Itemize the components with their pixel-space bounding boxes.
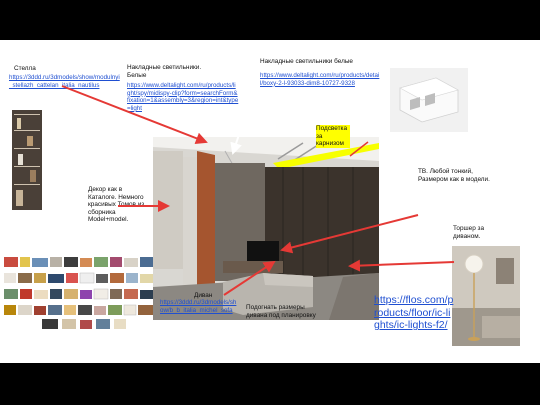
floor-lamp-photo [452,246,520,346]
box-light-graphic [399,77,459,123]
tv-note: ТВ. Любой тонкий, Размером как в модели. [418,168,490,183]
shelf-title: Стелла [14,65,36,72]
box-light-photo [390,68,468,132]
interior-render-graphic [153,137,379,320]
interior-render [153,137,379,320]
slide: Стелла https://3ddd.ru/3dmodels/show/mod… [0,40,540,363]
decor-books-photo [2,255,157,333]
lights-white-link[interactable]: https://www.deltalight.com/ru/products/l… [127,82,239,112]
shelf-link[interactable]: https://3ddd.ru/3dmodels/show/modulnyi_s… [9,74,121,89]
books-grid-graphic [4,257,154,329]
decor-note: Декор как в Каталоге. Немного красивых Т… [88,186,145,224]
floor-lamp-graphic [452,246,520,346]
floor-lamp-note: Торшер за диваном. [453,225,485,240]
lights-white2-title: Накладные светильники белые [260,58,353,65]
flos-link[interactable]: https://flos.com/products/floor/ic-light… [374,294,454,332]
sofa-link[interactable]: https://3ddd.ru/3dmodels/show/b_b_italia… [160,299,238,314]
lights-white-title: Накладные светильники. Белые [127,64,202,79]
lights-white2-link[interactable]: https://www.deltalight.com/ru/products/d… [260,72,380,87]
cornice-light-label: Подсветка за карнизом [316,125,350,148]
sofa-note: Подогнать размеры дивана под планировку [246,304,316,319]
shelf-photo [12,110,42,210]
